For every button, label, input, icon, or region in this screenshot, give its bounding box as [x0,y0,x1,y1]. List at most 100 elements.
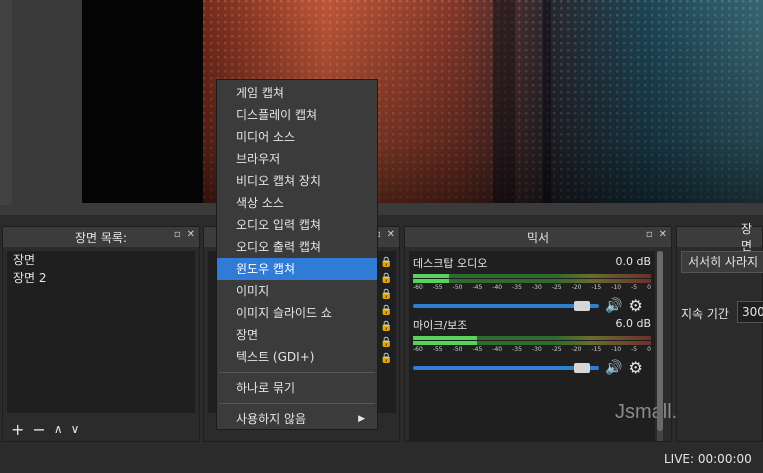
menu-item-image[interactable]: 이미지 [217,280,377,302]
scale-tick: -35 [512,284,522,291]
scale-tick: -50 [452,284,463,291]
scene-list: 장면 장면 2 [7,251,195,413]
menu-item-text-gdi[interactable]: 텍스트 (GDI+) [217,346,377,368]
menu-item-game-capture[interactable]: 게임 캡쳐 [217,82,377,104]
volume-meter [413,274,651,278]
status-bar [0,448,763,473]
speaker-icon[interactable]: 🔊 [605,360,622,376]
mixer-scrollbar[interactable] [657,251,663,441]
transition-select[interactable]: 서서히 사라지 [681,251,763,273]
close-icon[interactable]: ✕ [387,229,395,240]
scale-tick: -60 [413,284,423,291]
channel-name: 데스크탑 오디오 [413,257,488,270]
menu-item-deprecated[interactable]: 사용하지 않음 ▶ [217,408,377,430]
scale-tick: -25 [551,346,562,353]
add-scene-button[interactable]: + [11,420,24,439]
menu-item-image-slide-show[interactable]: 이미지 슬라이드 쇼 [217,302,377,324]
scale-tick: -10 [611,284,622,291]
volume-meter [413,279,651,283]
meter-level [413,336,478,340]
scale-tick: -45 [472,346,483,353]
channel-name: 마이크/보조 [413,319,468,332]
volume-slider[interactable] [413,300,599,311]
lock-icon[interactable]: 🔒 [380,289,392,300]
lock-icon[interactable]: 🔒 [380,305,392,316]
menu-item-audio-output-capture[interactable]: 오디오 출력 캡쳐 [217,236,377,258]
menu-item-window-capture[interactable]: 윈도우 캡쳐 [217,258,377,280]
menu-item-browser[interactable]: 브라우저 [217,148,377,170]
duration-input[interactable]: 300 [737,301,763,323]
speaker-icon[interactable]: 🔊 [605,298,622,314]
meter-level [413,279,449,283]
mixer-dock-title: 믹서 ▫ ✕ [405,227,671,247]
scale-tick: -20 [571,346,582,353]
volume-meter [413,341,651,345]
channel-db: 0.0 dB [615,255,651,268]
mixer-channels: 데스크탑 오디오 0.0 dB -60 -55 -50 -45 -40 -35 -30 -25… [409,251,705,441]
lock-icon[interactable]: 🔒 [380,273,392,284]
scale-tick: -45 [472,284,483,291]
scale-tick: -30 [531,284,542,291]
remove-scene-button[interactable]: − [32,420,45,439]
menu-item-video-capture-device[interactable]: 비디오 캡쳐 장치 [217,170,377,192]
menu-item-audio-input-capture[interactable]: 오디오 입력 캡쳐 [217,214,377,236]
preview-side-strip [0,0,12,205]
meter-level [413,274,449,278]
scene-item[interactable]: 장면 [7,251,195,269]
channel-db: 6.0 dB [615,317,651,330]
scale-tick: -15 [591,346,602,353]
mixer-dock: 믹서 ▫ ✕ 데스크탑 오디오 0.0 dB -60 -55 -50 -45 -40 -3… [404,226,705,442]
add-source-context-menu: 게임 캡쳐 디스플레이 캡쳐 미디어 소스 브라우저 비디오 캡쳐 장치 색상 … [216,79,378,430]
menu-item-media-source[interactable]: 미디어 소스 [217,126,377,148]
move-down-button[interactable]: ∨ [71,422,80,436]
scenes-toolbar: + − ∧ ∨ [3,415,79,443]
source-locks: 🔒 🔒 🔒 🔒 🔒 🔒 🔒 [380,257,392,364]
scale-tick: -15 [591,284,602,291]
scale-tick: 0 [647,284,651,291]
lock-icon[interactable]: 🔒 [380,257,392,268]
gear-icon[interactable]: ⚙ [628,358,642,377]
menu-item-color-source[interactable]: 색상 소스 [217,192,377,214]
volume-meter [413,336,651,340]
submenu-arrow-icon: ▶ [358,414,365,424]
scale-tick: -5 [631,346,638,353]
close-icon[interactable]: ✕ [187,229,195,240]
scale-tick: -40 [492,346,503,353]
scrollbar-thumb[interactable] [657,251,663,431]
menu-item-display-capture[interactable]: 디스플레이 캡쳐 [217,104,377,126]
volume-slider[interactable] [413,362,599,373]
volume-slider-knob[interactable] [573,362,590,373]
meter-level [413,341,478,345]
menu-item-scene[interactable]: 장면 [217,324,377,346]
scenes-title: 장면 목록: [74,230,128,245]
scene-item[interactable]: 장면 2 [7,269,195,287]
transitions-title: 장면 [741,222,753,253]
gear-icon[interactable]: ⚙ [628,296,642,315]
lock-icon[interactable]: 🔒 [380,337,392,348]
float-icon[interactable]: ▫ [174,229,181,240]
menu-separator [219,372,375,373]
scenes-dock-title: 장면 목록: ▫ ✕ [3,227,199,247]
scale-tick: -5 [631,284,638,291]
mixer-title: 믹서 [526,230,550,245]
menu-separator [219,403,375,404]
scale-tick: -50 [452,346,463,353]
transitions-dock: 장면 서서히 사라지 지속 기간 300 [676,222,763,442]
meter-scale: -60 -55 -50 -45 -40 -35 -30 -25 -20 -15 -10 -5 0 [413,346,651,353]
scale-tick: -30 [531,346,542,353]
scale-tick: 0 [647,346,651,353]
move-up-button[interactable]: ∧ [54,422,63,436]
menu-item-group[interactable]: 하나로 묶기 [217,377,377,399]
close-icon[interactable]: ✕ [659,229,667,240]
scale-tick: -35 [512,346,522,353]
scenes-dock: 장면 목록: ▫ ✕ 장면 장면 2 + − ∧ ∨ [2,226,200,442]
volume-slider-knob[interactable] [573,300,590,311]
scale-tick: -10 [611,346,622,353]
scale-tick: -55 [432,346,443,353]
lock-icon[interactable]: 🔒 [380,321,392,332]
scale-tick: -20 [571,284,582,291]
float-icon[interactable]: ▫ [646,229,653,240]
duration-label: 지속 기간 [681,307,729,321]
lock-icon[interactable]: 🔒 [380,353,392,364]
transitions-dock-title: 장면 [677,222,762,253]
